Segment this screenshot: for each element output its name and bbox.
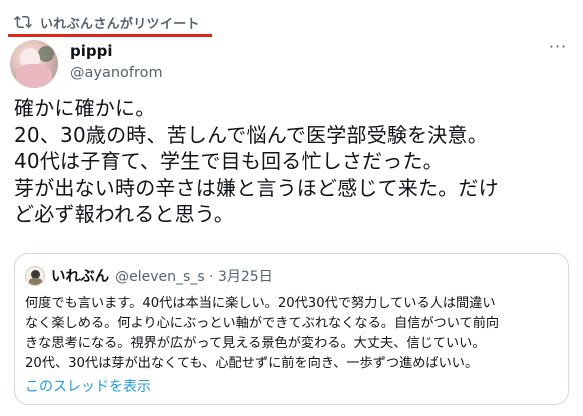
tweet-text-line: 芽が出ない時の辛さは嫌と言うほど感じて来た。だけ <box>14 175 499 200</box>
quote-header: いれぶん @eleven_s_s · 3月25日 <box>25 265 273 286</box>
author-display-name[interactable]: pippi <box>70 42 163 60</box>
quote-tweet-card[interactable]: いれぶん @eleven_s_s · 3月25日 何度でも言います。40代は本当… <box>14 253 569 405</box>
tweet-text-line: ど必ず報われると思う。 <box>14 202 234 226</box>
retweet-icon <box>14 13 32 31</box>
tweet-text-line: 40代は子育て、学生で目も回る忙しさだった。 <box>14 149 443 173</box>
red-underline-annotation <box>8 34 212 37</box>
tweet-text-line: 確かに確かに。 <box>14 96 156 120</box>
quote-text-line: 何度でも言います。40代は本当に楽しい。20代30代で努力している人は間違い <box>25 296 496 311</box>
quote-display-name: いれぶん <box>51 269 110 285</box>
show-thread-link[interactable]: このスレッドを表示 <box>25 376 151 396</box>
more-icon[interactable]: ··· <box>547 38 569 60</box>
tweet-text-line: 20、30歳の時、苦しんで悩んで医学部受験を決意。 <box>14 122 488 147</box>
quote-text-line: 20代、30代は芽が出なくても、心配せずに前を向き、一歩ずつ進めばいい。 <box>25 356 479 371</box>
retweet-label: いれぶんさんがリツイート <box>40 16 200 32</box>
tweet-text: 確かに確かに。 20、30歳の時、苦しんで悩んで医学部受験を決意。 40代は子育… <box>14 95 574 228</box>
quote-text: 何度でも言います。40代は本当に楽しい。20代30代で努力している人は間違い な… <box>25 294 565 374</box>
author-block[interactable]: pippi @ayanofrom <box>70 42 163 83</box>
quote-text-line: なく楽しめる。何より心にぶっとい軸ができてぶれなくなる。自信がついて前向 <box>25 316 500 331</box>
retweet-context[interactable]: いれぶんさんがリツイート <box>14 11 200 33</box>
quote-avatar <box>25 265 45 286</box>
quote-handle-date: @eleven_s_s · 3月25日 <box>115 268 273 285</box>
avatar[interactable] <box>10 40 58 88</box>
author-handle[interactable]: @ayanofrom <box>70 63 163 83</box>
quote-text-line: きな思考になる。視界が広がって見える景色が変わる。大丈夫、信じていい。 <box>25 336 486 351</box>
